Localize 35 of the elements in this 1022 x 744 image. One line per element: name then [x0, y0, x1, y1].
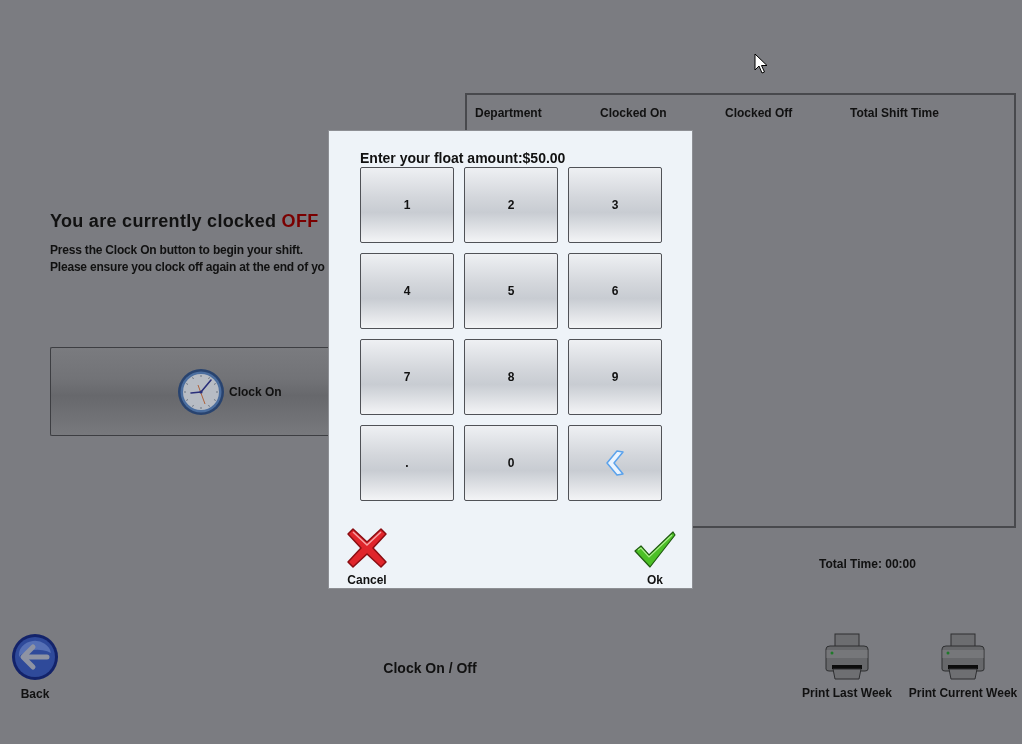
keypad-key[interactable]: 0 [464, 425, 558, 501]
column-header: Clocked Off [725, 106, 793, 120]
screen-title: Clock On / Off [383, 660, 477, 676]
instruction-text: Please ensure you clock off again at the end of yo [50, 259, 325, 276]
ok-button[interactable]: Ok [634, 521, 676, 587]
cancel-button[interactable]: Cancel [346, 521, 388, 587]
clock-icon [177, 367, 225, 416]
dialog-prompt: Enter your float amount:$50.00 [360, 150, 566, 166]
keypad-key[interactable]: . [360, 425, 454, 501]
column-header: Department [475, 106, 542, 120]
keypad-key[interactable]: 3 [568, 167, 662, 243]
backspace-chevron-icon [605, 450, 625, 476]
keypad-key[interactable]: 2 [464, 167, 558, 243]
mouse-pointer-icon [754, 53, 768, 75]
back-button[interactable]: Back [8, 633, 62, 701]
print-button[interactable]: Print Current Week [908, 633, 1018, 700]
keypad-key[interactable]: 5 [464, 253, 558, 329]
print-button[interactable]: Print Last Week [792, 633, 902, 700]
column-header: Clocked On [600, 106, 667, 120]
keypad-key[interactable]: 1 [360, 167, 454, 243]
status-heading: You are currently clocked OFF [50, 210, 319, 232]
close-icon [346, 527, 388, 569]
printer-icon [822, 633, 872, 681]
keypad-key[interactable]: 6 [568, 253, 662, 329]
instruction-text: Press the Clock On button to begin your shift. [50, 242, 303, 259]
keypad-key[interactable]: 8 [464, 339, 558, 415]
printer-icon [938, 633, 988, 681]
keypad-key[interactable]: 4 [360, 253, 454, 329]
clock-on-button[interactable]: Clock On [50, 347, 328, 436]
total-time-text: Total Time: 00:00 [819, 557, 916, 571]
check-icon [634, 531, 676, 569]
backspace-key[interactable] [568, 425, 662, 501]
keypad-key[interactable]: 9 [568, 339, 662, 415]
keypad-key[interactable]: 7 [360, 339, 454, 415]
column-header: Total Shift Time [850, 106, 939, 120]
